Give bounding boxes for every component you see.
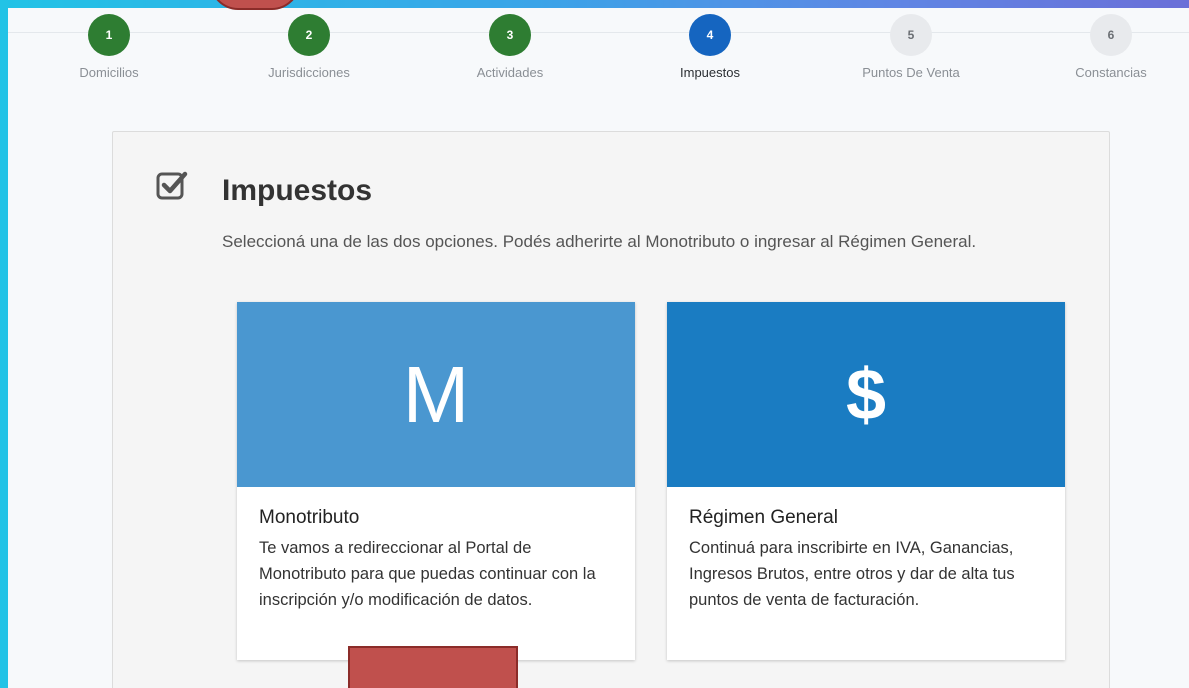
step-label: Jurisdicciones — [268, 65, 350, 80]
page-title: Impuestos — [222, 174, 373, 207]
regimen-general-option-card[interactable]: $ Régimen General Continuá para inscribi… — [667, 302, 1065, 660]
step-label: Puntos De Venta — [862, 65, 960, 80]
annotation-block — [348, 646, 518, 688]
step-number: 1 — [88, 14, 130, 56]
checkbox-checked-icon — [155, 168, 189, 202]
step-label: Domicilios — [79, 65, 139, 80]
monotributo-symbol: M — [237, 302, 635, 487]
step-impuestos[interactable]: 4 Impuestos — [630, 14, 790, 80]
card-body: Monotributo Te vamos a redireccionar al … — [237, 487, 635, 613]
step-puntos-de-venta: 5 Puntos De Venta — [831, 14, 991, 80]
dollar-icon: $ — [667, 302, 1065, 487]
step-actividades[interactable]: 3 Actividades — [430, 14, 590, 80]
step-number: 2 — [288, 14, 330, 56]
card-text: Te vamos a redireccionar al Portal de Mo… — [259, 539, 596, 609]
impuestos-panel: Impuestos Seleccioná una de las dos opci… — [112, 131, 1110, 688]
step-constancias: 6 Constancias — [1031, 14, 1189, 80]
step-number: 4 — [689, 14, 731, 56]
page-description: Seleccioná una de las dos opciones. Podé… — [222, 232, 977, 251]
step-label: Actividades — [476, 65, 544, 80]
step-number: 6 — [1090, 14, 1132, 56]
step-number: 5 — [890, 14, 932, 56]
card-title: Monotributo — [259, 507, 360, 528]
step-domicilios[interactable]: 1 Domicilios — [29, 14, 189, 80]
step-label: Impuestos — [680, 65, 740, 80]
card-body: Régimen General Continuá para inscribirt… — [667, 487, 1065, 613]
step-jurisdicciones[interactable]: 2 Jurisdicciones — [229, 14, 389, 80]
monotributo-option-card[interactable]: M Monotributo Te vamos a redireccionar a… — [237, 302, 635, 660]
page: 1 Domicilios 2 Jurisdicciones 3 Activida… — [8, 8, 1189, 688]
step-number: 3 — [489, 14, 531, 56]
progress-stepper: 1 Domicilios 2 Jurisdicciones 3 Activida… — [8, 8, 1189, 98]
card-text: Continuá para inscribirte en IVA, Gananc… — [689, 539, 1015, 609]
step-label: Constancias — [1075, 65, 1147, 80]
card-title: Régimen General — [689, 507, 838, 528]
